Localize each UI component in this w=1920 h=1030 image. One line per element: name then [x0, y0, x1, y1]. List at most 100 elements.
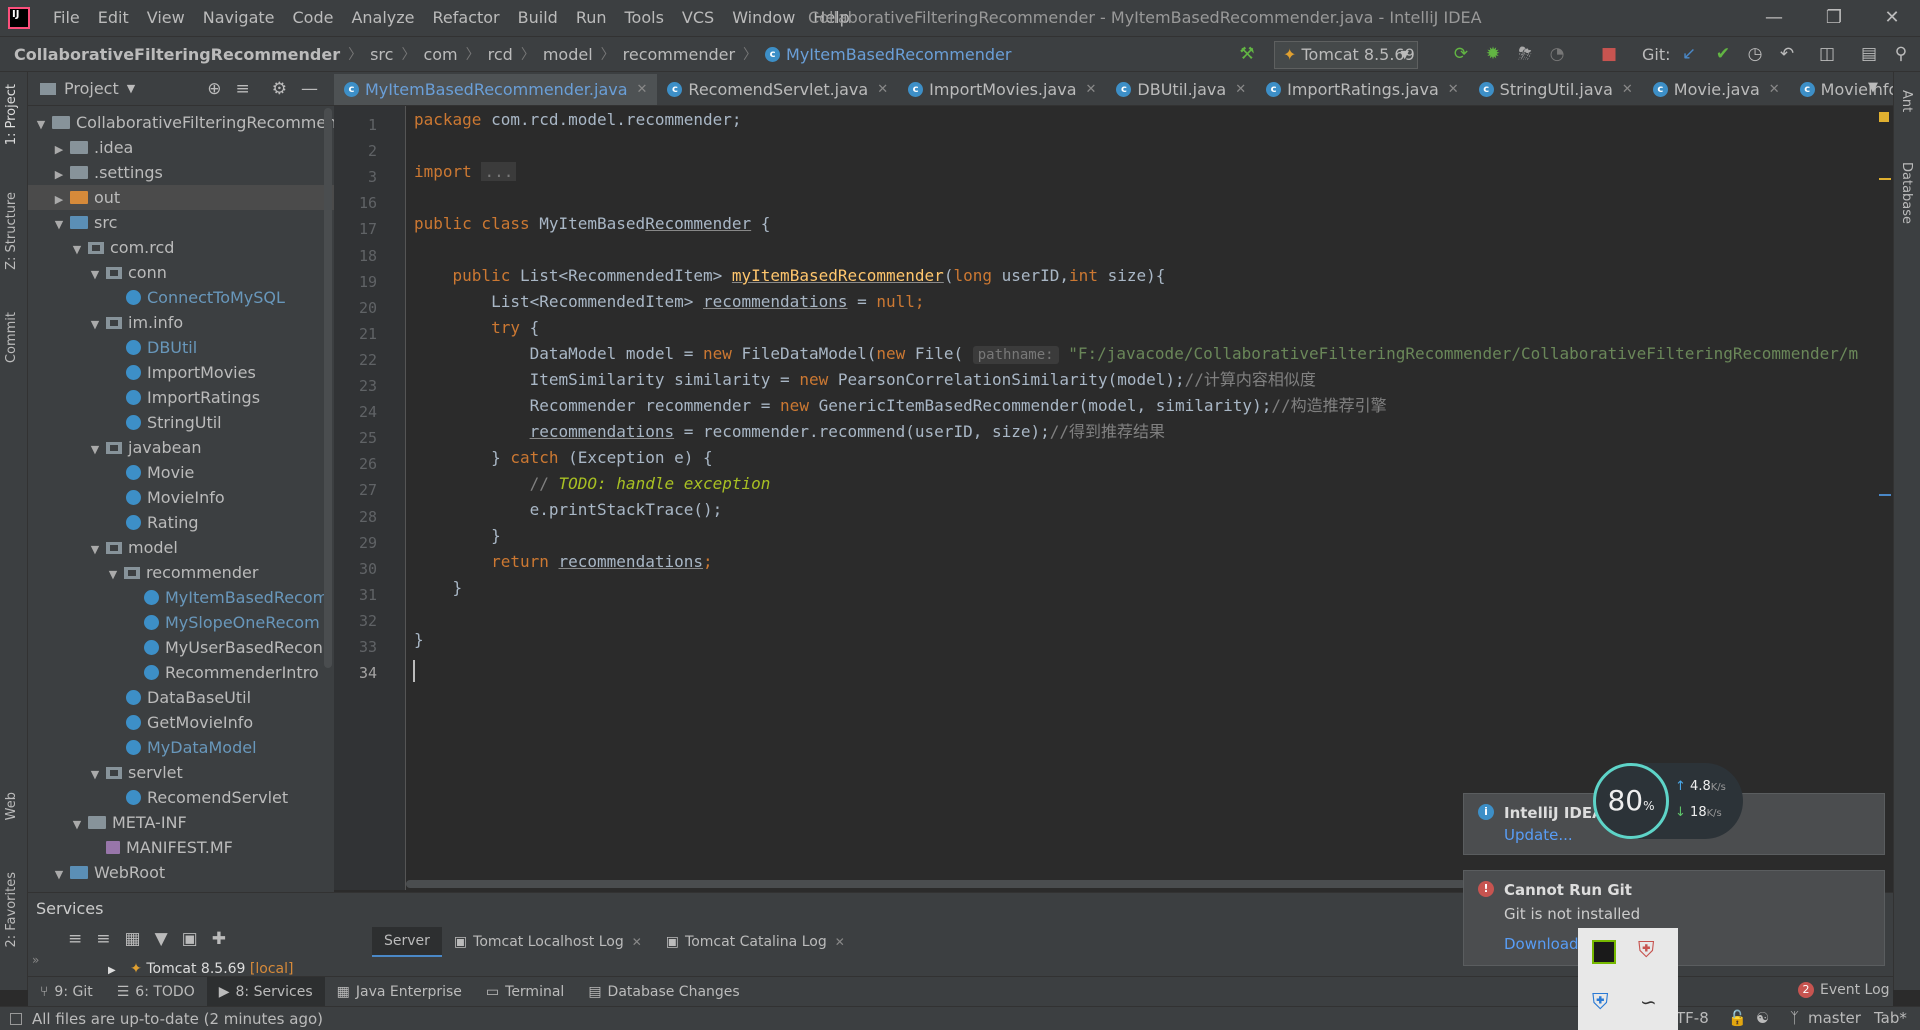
tool-tab[interactable]: ⑂ 9: Git	[28, 977, 105, 1007]
minimize-button[interactable]: —	[1746, 0, 1802, 36]
breadcrumb-item[interactable]: com	[423, 45, 457, 64]
breadcrumb-item[interactable]: src	[370, 45, 393, 64]
run-config-dropdown[interactable]: ✦ Tomcat 8.5.69 ▼	[1274, 41, 1418, 69]
tree-item[interactable]: ▼ src	[28, 210, 334, 235]
search-icon[interactable]: ⚲	[1890, 43, 1912, 65]
editor-tab[interactable]: c RecomendServlet.java ✕	[657, 72, 898, 105]
lock-icon[interactable]: 🔓	[1728, 1009, 1747, 1027]
chevron-down-icon[interactable]: ▼	[70, 237, 84, 262]
tool-tab[interactable]: ▶ 8: Services	[206, 976, 325, 1007]
tree-item[interactable]: ▼ META-INF	[28, 810, 334, 835]
more-icon[interactable]: »	[32, 953, 39, 967]
chevron-down-icon[interactable]: ▼	[70, 812, 84, 837]
filter-icon[interactable]: ▼	[155, 929, 168, 949]
tab-project[interactable]: 1: Project	[4, 84, 19, 145]
menu-refactor[interactable]: Refactor	[424, 0, 509, 36]
tree-item[interactable]: GetMovieInfo	[28, 710, 334, 735]
services-tab[interactable]: ▣ Tomcat Catalina Log ✕	[654, 927, 857, 957]
error-stripe-mark[interactable]	[1879, 178, 1891, 180]
editor-tab[interactable]: c ImportMovies.java ✕	[898, 72, 1106, 105]
editor-tab[interactable]: c DBUtil.java ✕	[1106, 72, 1256, 105]
close-tab-icon[interactable]: ✕	[1235, 82, 1246, 97]
update-link[interactable]: Update...	[1504, 826, 1573, 844]
rerun-icon[interactable]: ⟳	[1450, 43, 1472, 65]
history-icon[interactable]: ◷	[1744, 43, 1766, 65]
network-speed-widget[interactable]: 80% ↑ 4.8K/s ↓ 18K/s	[1593, 763, 1743, 839]
inspector-icon[interactable]: ☯	[1756, 1009, 1769, 1027]
tool-tab[interactable]: ▭ Terminal	[474, 977, 576, 1007]
collapse-all-icon[interactable]: ≡	[96, 929, 110, 949]
new-tab-icon[interactable]: ▣	[182, 929, 198, 949]
tree-item[interactable]: MANIFEST.MF	[28, 835, 334, 860]
chevron-down-icon[interactable]: ▼	[88, 437, 102, 462]
tree-item[interactable]: RecomendServlet	[28, 785, 334, 810]
defender-icon[interactable]: ⛨	[1592, 990, 1609, 1015]
stop-icon[interactable]: ■	[1598, 43, 1620, 65]
status-message[interactable]: All files are up-to-date (2 minutes ago)	[32, 1010, 323, 1028]
tree-item[interactable]: MyUserBasedRecon	[28, 635, 334, 660]
tree-item[interactable]: MyDataModel	[28, 735, 334, 760]
project-panel-title[interactable]: Project	[64, 79, 119, 98]
tree-item[interactable]: ▼ im.info	[28, 310, 334, 335]
editor-tab[interactable]: c MyItemBasedRecommender.java ✕	[334, 73, 658, 105]
editor-tab[interactable]: c Movie.java ✕	[1643, 72, 1790, 105]
tab-structure[interactable]: Z: Structure	[4, 192, 19, 270]
breadcrumb-item[interactable]: recommender	[623, 45, 735, 64]
tree-item[interactable]: MySlopeOneRecom	[28, 610, 334, 635]
close-tab-icon[interactable]: ✕	[835, 935, 845, 949]
debug-icon[interactable]: ✹	[1482, 43, 1504, 65]
menu-window[interactable]: Window	[723, 0, 804, 36]
menu-code[interactable]: Code	[284, 0, 343, 36]
close-tab-icon[interactable]: ✕	[1448, 82, 1459, 97]
tab-favorites[interactable]: 2: Favorites	[4, 872, 19, 948]
tree-item[interactable]: ▶ .idea	[28, 135, 334, 160]
tree-item[interactable]: DBUtil	[28, 335, 334, 360]
collapse-all-icon[interactable]: ≡	[235, 79, 249, 99]
menu-vcs[interactable]: VCS	[673, 0, 723, 36]
tree-item[interactable]: ImportMovies	[28, 360, 334, 385]
encoding-indicator[interactable]: TF-8	[1676, 1009, 1709, 1027]
close-tab-icon[interactable]: ✕	[632, 935, 642, 949]
git-commit-icon[interactable]: ✔	[1712, 43, 1734, 65]
chevron-right-icon[interactable]: ▶	[52, 162, 66, 187]
menu-edit[interactable]: Edit	[89, 0, 138, 36]
services-tab[interactable]: Server	[372, 927, 442, 957]
menu-navigate[interactable]: Navigate	[194, 0, 284, 36]
chevron-down-icon[interactable]: ▼	[52, 212, 66, 237]
breadcrumb-item[interactable]: CollaborativeFilteringRecommender	[14, 45, 340, 64]
git-branch[interactable]: master	[1808, 1009, 1861, 1027]
chevron-right-icon[interactable]: ▶	[52, 137, 66, 162]
services-tree-item[interactable]: ▶ ✦ Tomcat 8.5.69 [local]	[108, 961, 293, 977]
chevron-down-icon[interactable]: ▼	[127, 82, 135, 95]
tree-item[interactable]: ▼ com.rcd	[28, 235, 334, 260]
tree-item[interactable]: Rating	[28, 510, 334, 535]
tab-commit[interactable]: Commit	[4, 312, 19, 363]
menu-analyze[interactable]: Analyze	[342, 0, 423, 36]
security-shield-icon[interactable]: ⛨	[1638, 938, 1655, 963]
tree-item[interactable]: ▼ WebRoot	[28, 860, 334, 885]
chevron-down-icon[interactable]: ▼	[88, 262, 102, 287]
breadcrumb-item[interactable]: MyItemBasedRecommender	[786, 45, 1011, 64]
toggle-panels-icon[interactable]	[10, 1012, 22, 1025]
restore-button[interactable]: ❐	[1806, 0, 1862, 36]
tree-item[interactable]: Movie	[28, 460, 334, 485]
project-structure-icon[interactable]: ◫	[1816, 43, 1838, 65]
tree-item[interactable]: ▼ CollaborativeFilteringRecommende	[28, 110, 357, 135]
chevron-down-icon[interactable]: ▼	[52, 862, 66, 887]
tree-item[interactable]: ▼ model	[28, 535, 334, 560]
layout-icon[interactable]: ▤	[1858, 43, 1880, 65]
folded-imports[interactable]: ...	[481, 162, 517, 181]
editor-tab[interactable]: c ImportRatings.java ✕	[1256, 72, 1469, 105]
tree-item[interactable]: ▼ javabean	[28, 435, 334, 460]
chevron-down-icon[interactable]: ▼	[88, 762, 102, 787]
hide-panel-icon[interactable]: —	[301, 79, 318, 99]
gear-icon[interactable]: ⚙	[272, 79, 287, 99]
close-button[interactable]: ✕	[1864, 0, 1920, 36]
close-tab-icon[interactable]: ✕	[1086, 82, 1097, 97]
close-tab-icon[interactable]: ✕	[637, 82, 648, 97]
menu-build[interactable]: Build	[509, 0, 567, 36]
breadcrumb-item[interactable]: rcd	[488, 45, 513, 64]
menu-view[interactable]: View	[138, 0, 194, 36]
profile-icon[interactable]: ◔	[1546, 43, 1568, 65]
tree-item[interactable]: StringUtil	[28, 410, 334, 435]
